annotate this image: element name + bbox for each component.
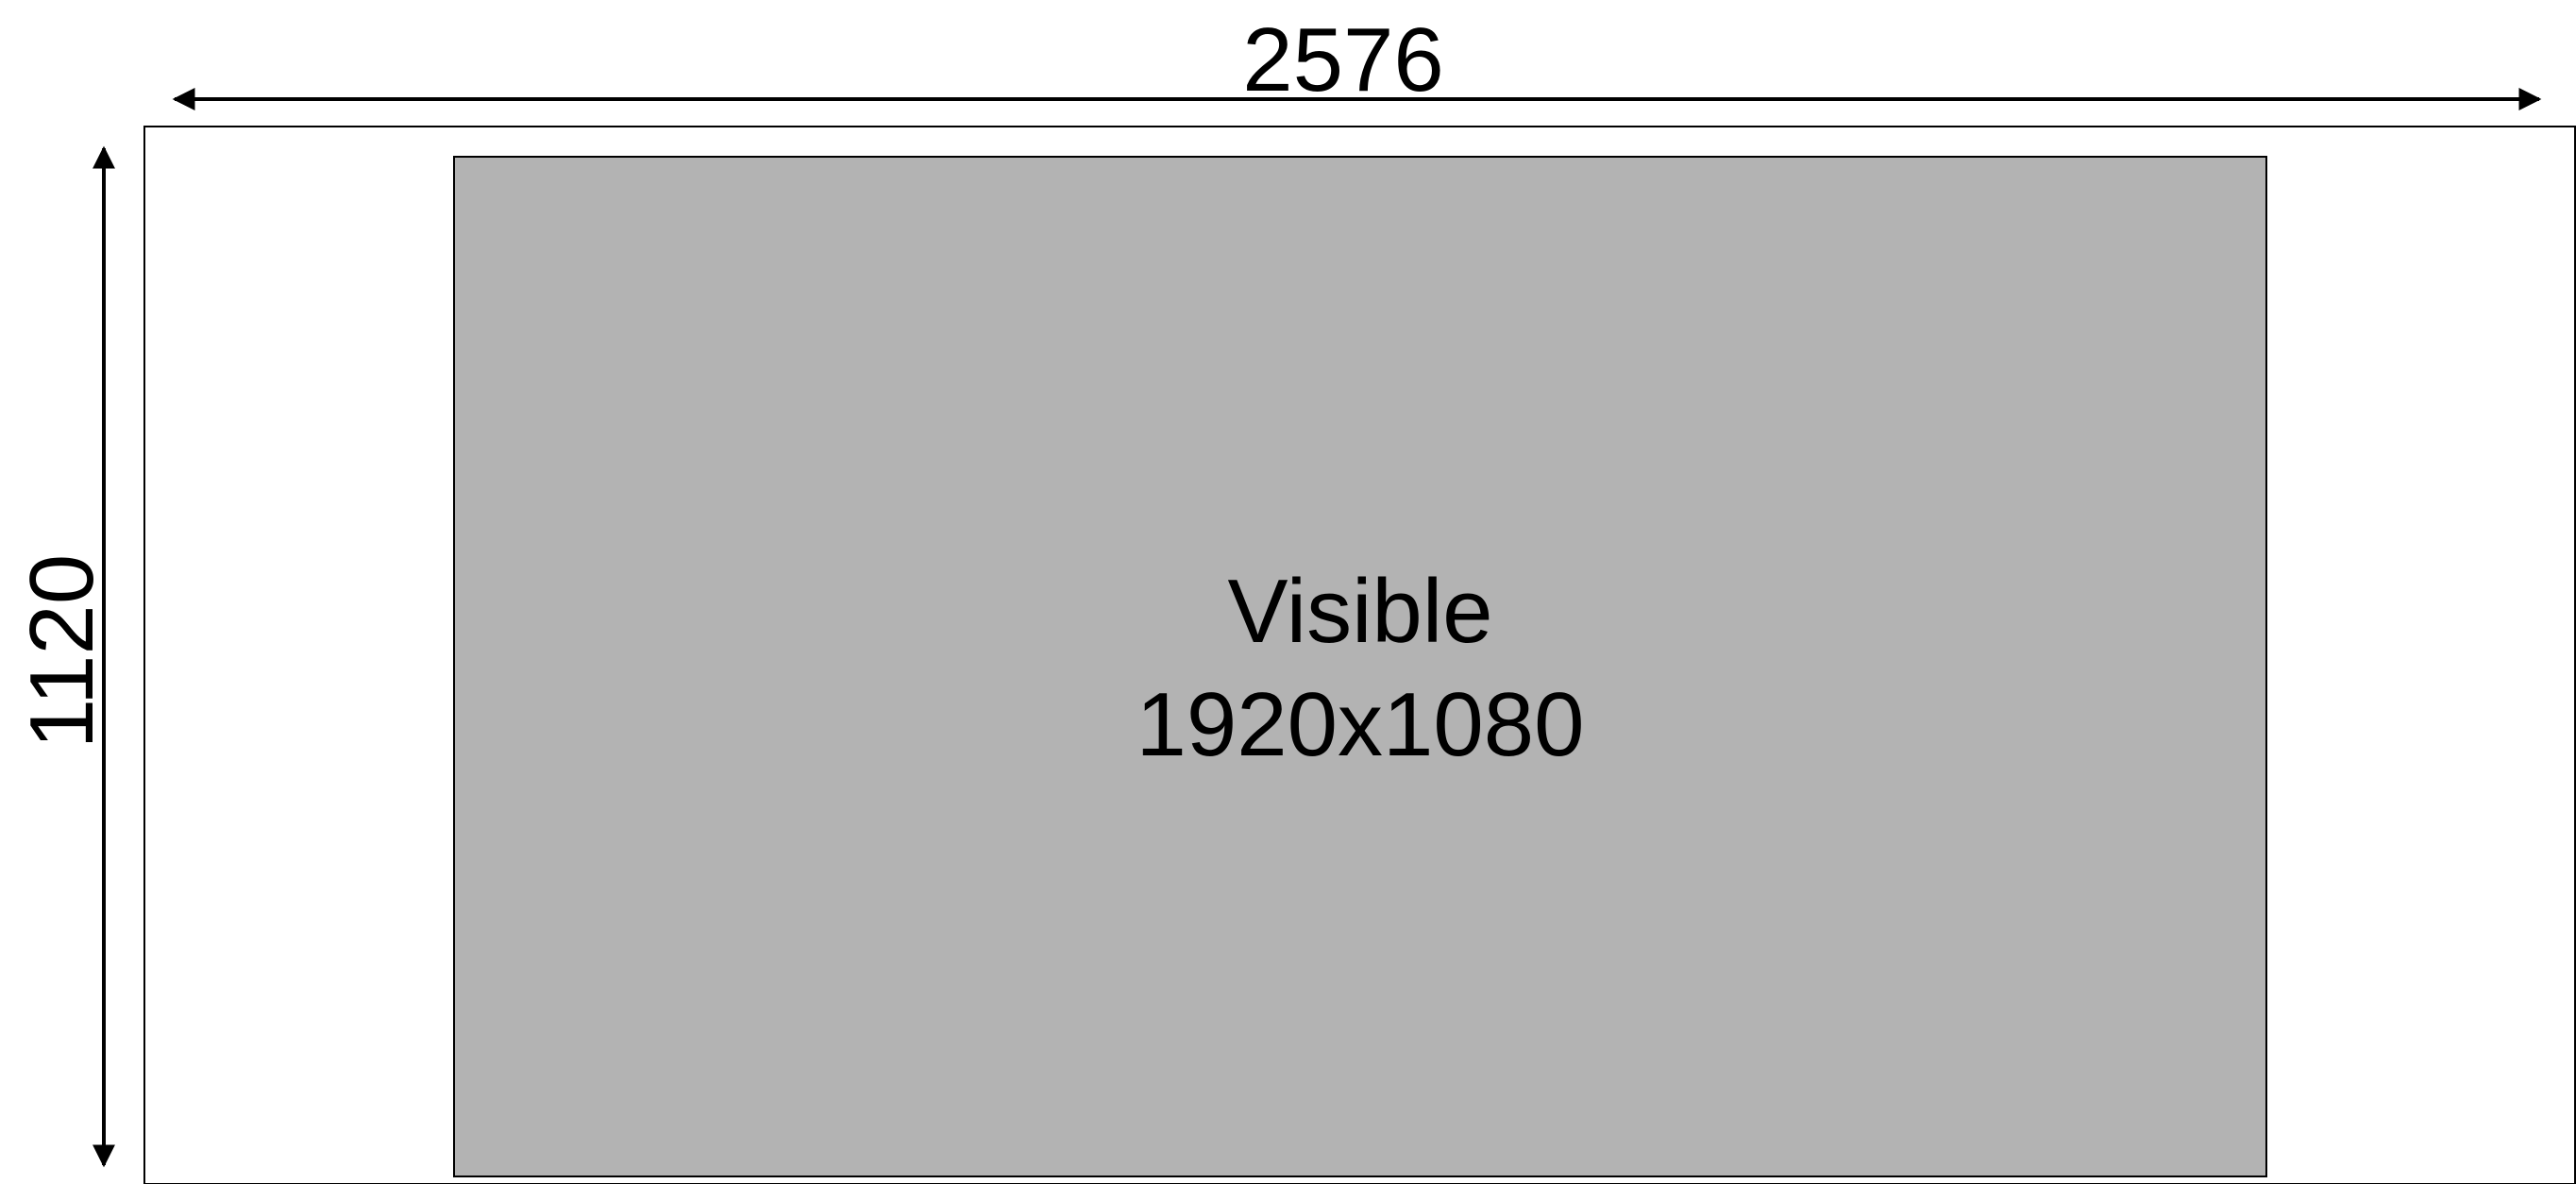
visible-area-rect — [453, 156, 2267, 1177]
height-label: 1120 — [11, 554, 112, 749]
width-label: 2576 — [1242, 9, 1444, 110]
visible-label-line2: 1920x1080 — [1136, 674, 1584, 775]
visible-label-line1: Visible — [1227, 561, 1492, 662]
resolution-diagram: 2576 1120 Visible 1920x1080 — [11, 9, 2576, 1184]
